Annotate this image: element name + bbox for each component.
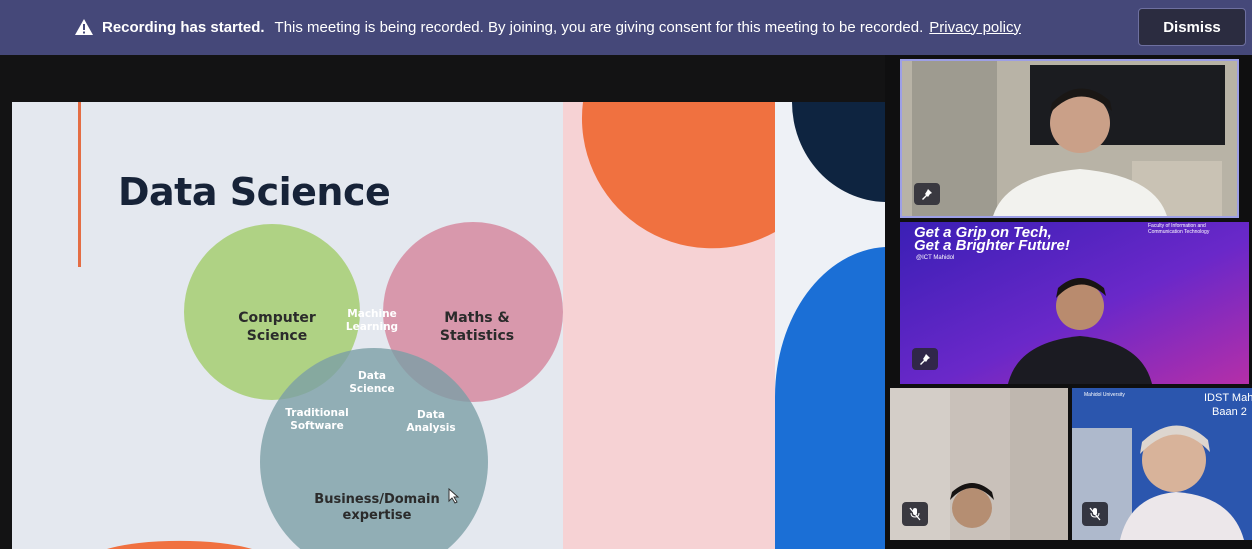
recording-banner: Recording has started. This meeting is b… bbox=[0, 0, 1252, 55]
tile4-banner-text-2: Baan 2 bbox=[1212, 406, 1247, 418]
warning-icon bbox=[75, 19, 93, 35]
tile2-faculty-name: Faculty of Information and Communication… bbox=[1148, 223, 1210, 235]
mouse-cursor-icon bbox=[448, 488, 460, 504]
participant-tile-4[interactable]: Mahidol University IDST Mah Baan 2 bbox=[1072, 388, 1252, 540]
recording-started-label: Recording has started. bbox=[102, 18, 265, 36]
presentation-slide: Data Science Computer Science Maths & St… bbox=[12, 102, 885, 549]
venn-label-data-analysis: Data Analysis bbox=[406, 409, 456, 435]
venn-label-business-domain: Business/Domain expertise bbox=[314, 492, 440, 524]
microphone-muted-icon bbox=[1082, 502, 1108, 526]
tile2-headline-line2: Get a Brighter Future! bbox=[914, 237, 1070, 254]
tile4-org-label: Mahidol University bbox=[1084, 392, 1125, 398]
privacy-policy-link[interactable]: Privacy policy bbox=[929, 19, 1021, 36]
participant-tile-2[interactable]: Get a Grip on Tech, Get a Brighter Futur… bbox=[900, 222, 1249, 384]
recording-message: Recording has started. This meeting is b… bbox=[74, 18, 1021, 36]
participant-tile-1[interactable] bbox=[900, 59, 1239, 218]
participant-tile-3[interactable] bbox=[890, 388, 1068, 540]
consent-text: This meeting is being recorded. By joini… bbox=[274, 18, 924, 36]
tile4-banner-text-1: IDST Mah bbox=[1204, 392, 1252, 404]
venn-label-maths-statistics: Maths & Statistics bbox=[439, 310, 515, 344]
participant-video-1 bbox=[902, 61, 1237, 216]
pin-icon[interactable] bbox=[914, 183, 940, 205]
microphone-muted-icon bbox=[902, 502, 928, 526]
venn-label-traditional-software: Traditional Software bbox=[285, 407, 349, 433]
venn-label-machine-learning: Machine Learning bbox=[345, 308, 399, 334]
tile2-handle: @ICT Mahidol bbox=[916, 255, 955, 261]
venn-label-computer-science: Computer Science bbox=[238, 310, 316, 344]
venn-label-data-science: Data Science bbox=[349, 370, 395, 396]
pin-icon[interactable] bbox=[912, 348, 938, 370]
shared-content-stage: Data Science Computer Science Maths & St… bbox=[0, 55, 885, 549]
dismiss-button[interactable]: Dismiss bbox=[1138, 8, 1246, 46]
